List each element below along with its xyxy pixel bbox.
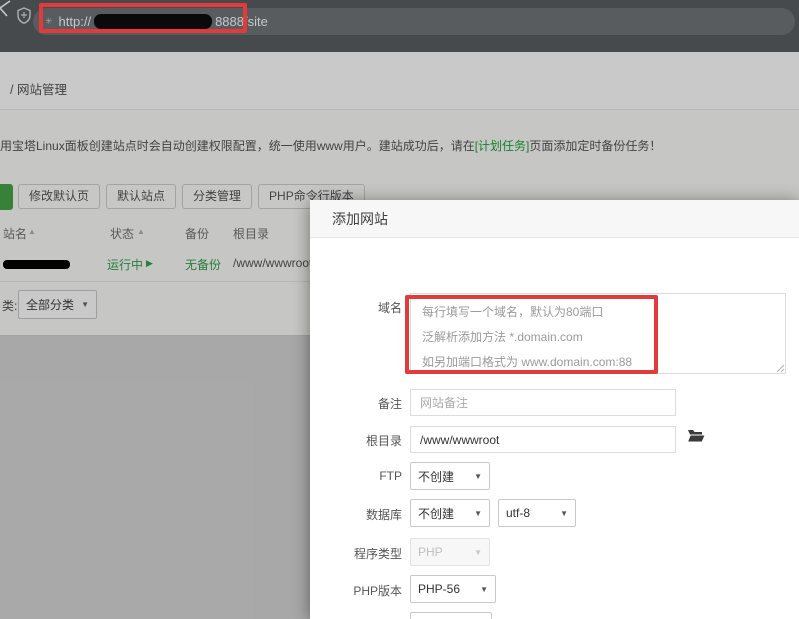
charset-select[interactable]: utf-8▼ [498, 499, 576, 527]
note-input[interactable] [410, 389, 676, 416]
address-bar[interactable]: ✳ http:// 8888/site [33, 8, 795, 35]
ftp-label: FTP [310, 469, 402, 483]
chevron-down-icon: ▼ [474, 472, 482, 481]
url-scheme: http:// [59, 14, 92, 29]
modal-title: 添加网站 [332, 200, 388, 238]
open-folder-icon [687, 428, 705, 443]
browser-toolbar: ✳ http:// 8888/site [0, 0, 799, 52]
modal-header: 添加网站 [310, 200, 799, 238]
chevron-down-icon: ▼ [480, 585, 488, 594]
shield-extension-icon[interactable] [17, 7, 31, 24]
chevron-down-icon: ▼ [560, 509, 568, 518]
program-type-select: PHP▼ [410, 538, 490, 566]
browse-folder-button[interactable] [686, 428, 706, 446]
modal-body: 域名 每行填写一个域名，默认为80端口 泛解析添加方法 *.domain.com… [310, 238, 799, 619]
database-select[interactable]: 不创建▼ [410, 499, 490, 527]
ftp-select[interactable]: 不创建▼ [410, 462, 490, 490]
url-path: 8888/site [215, 14, 268, 29]
php-version-label: PHP版本 [310, 582, 402, 599]
toolbar-partial-icon [0, 0, 12, 18]
redacted-host [94, 14, 212, 29]
program-type-label: 程序类型 [310, 545, 402, 562]
rootdir-label: 根目录 [310, 432, 402, 449]
url-info-icon[interactable]: ✳ [45, 16, 53, 27]
rootdir-input[interactable] [410, 426, 676, 453]
note-label: 备注 [310, 395, 402, 412]
resize-grip-icon[interactable] [776, 364, 785, 373]
database-label: 数据库 [310, 506, 402, 523]
site-category-select[interactable]: 默认分类▼ [410, 612, 492, 619]
domain-textarea[interactable] [410, 293, 786, 374]
php-version-select[interactable]: PHP-56▼ [410, 575, 496, 603]
chevron-down-icon: ▼ [474, 509, 482, 518]
add-website-modal: 添加网站 域名 每行填写一个域名，默认为80端口 泛解析添加方法 *.domai… [310, 200, 799, 619]
chevron-down-icon: ▼ [474, 548, 482, 557]
screenshot-root: ✳ http:// 8888/site / 网站管理 用宝塔Linux面板创建站… [0, 0, 799, 619]
domain-label: 域名 [310, 299, 402, 316]
